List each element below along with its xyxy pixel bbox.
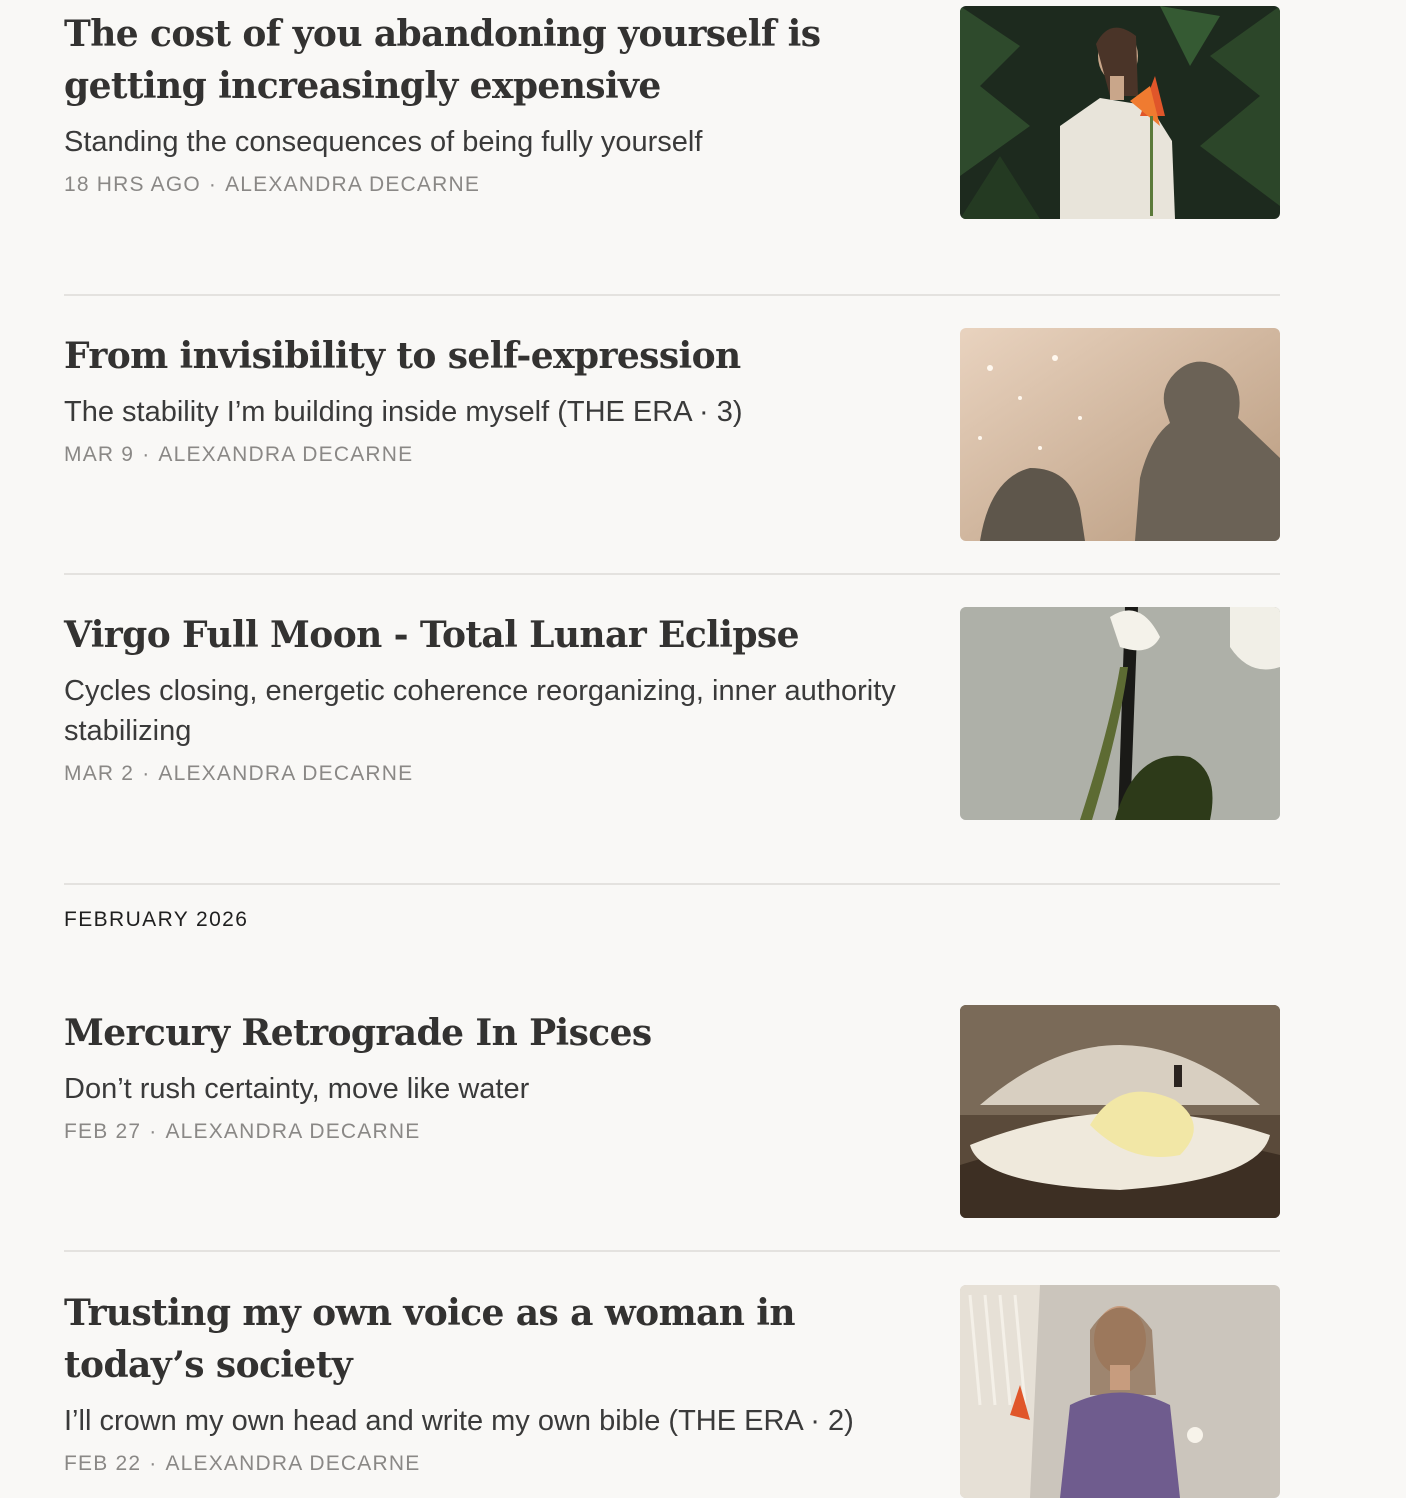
post-text: Mercury Retrograde In Pisces Don’t rush … (64, 1007, 924, 1145)
section-heading: FEBRUARY 2026 (64, 908, 249, 931)
post-title[interactable]: Virgo Full Moon - Total Lunar Eclipse (64, 609, 924, 661)
post-thumbnail[interactable] (960, 1285, 1280, 1498)
meta-separator: · (208, 173, 218, 196)
divider (64, 1250, 1280, 1252)
post-author[interactable]: ALEXANDRA DECARNE (158, 762, 413, 785)
post-thumbnail[interactable] (960, 607, 1280, 820)
post-author[interactable]: ALEXANDRA DECARNE (158, 443, 413, 466)
divider (64, 573, 1280, 575)
meta-separator: · (142, 443, 151, 466)
meta-separator: · (142, 762, 151, 785)
post-title[interactable]: The cost of you abandoning yourself is g… (64, 8, 924, 112)
post-subtitle: Standing the consequences of being fully… (64, 126, 703, 158)
post-text: The cost of you abandoning yourself is g… (64, 8, 924, 198)
post-subtitle: The stability I’m building inside myself… (64, 396, 743, 428)
post-date: 18 HRS AGO (64, 173, 201, 196)
post-date: FEB 27 (64, 1120, 142, 1143)
post-subtitle: I’ll crown my own head and write my own … (64, 1405, 854, 1437)
post-subtitle: Cycles closing, energetic coherence reor… (64, 675, 896, 747)
post-title[interactable]: Trusting my own voice as a woman in toda… (64, 1287, 924, 1391)
divider (64, 294, 1280, 296)
meta-separator: · (149, 1452, 158, 1475)
post-thumbnail[interactable] (960, 1005, 1280, 1218)
post-text: Virgo Full Moon - Total Lunar Eclipse Cy… (64, 609, 924, 787)
post-meta: FEB 22 · ALEXANDRA DECARNE (64, 1451, 924, 1477)
post-text: Trusting my own voice as a woman in toda… (64, 1287, 924, 1477)
post-text: From invisibility to self-expression The… (64, 330, 924, 468)
post-thumbnail[interactable] (960, 328, 1280, 541)
post-thumbnail[interactable] (960, 6, 1280, 219)
divider (64, 883, 1280, 885)
post-author[interactable]: ALEXANDRA DECARNE (165, 1452, 420, 1475)
post-title[interactable]: Mercury Retrograde In Pisces (64, 1007, 924, 1059)
post-meta: FEB 27 · ALEXANDRA DECARNE (64, 1119, 924, 1145)
post-author[interactable]: ALEXANDRA DECARNE (165, 1120, 420, 1143)
post-author[interactable]: ALEXANDRA DECARNE (225, 173, 480, 196)
post-date: MAR 2 (64, 762, 135, 785)
post-title[interactable]: From invisibility to self-expression (64, 330, 924, 382)
post-meta: 18 HRS AGO · ALEXANDRA DECARNE (64, 172, 924, 198)
post-meta: MAR 9 · ALEXANDRA DECARNE (64, 442, 924, 468)
post-meta: MAR 2 · ALEXANDRA DECARNE (64, 761, 924, 787)
post-subtitle: Don’t rush certainty, move like water (64, 1073, 530, 1105)
meta-separator: · (149, 1120, 158, 1143)
post-date: MAR 9 (64, 443, 135, 466)
post-date: FEB 22 (64, 1452, 142, 1475)
